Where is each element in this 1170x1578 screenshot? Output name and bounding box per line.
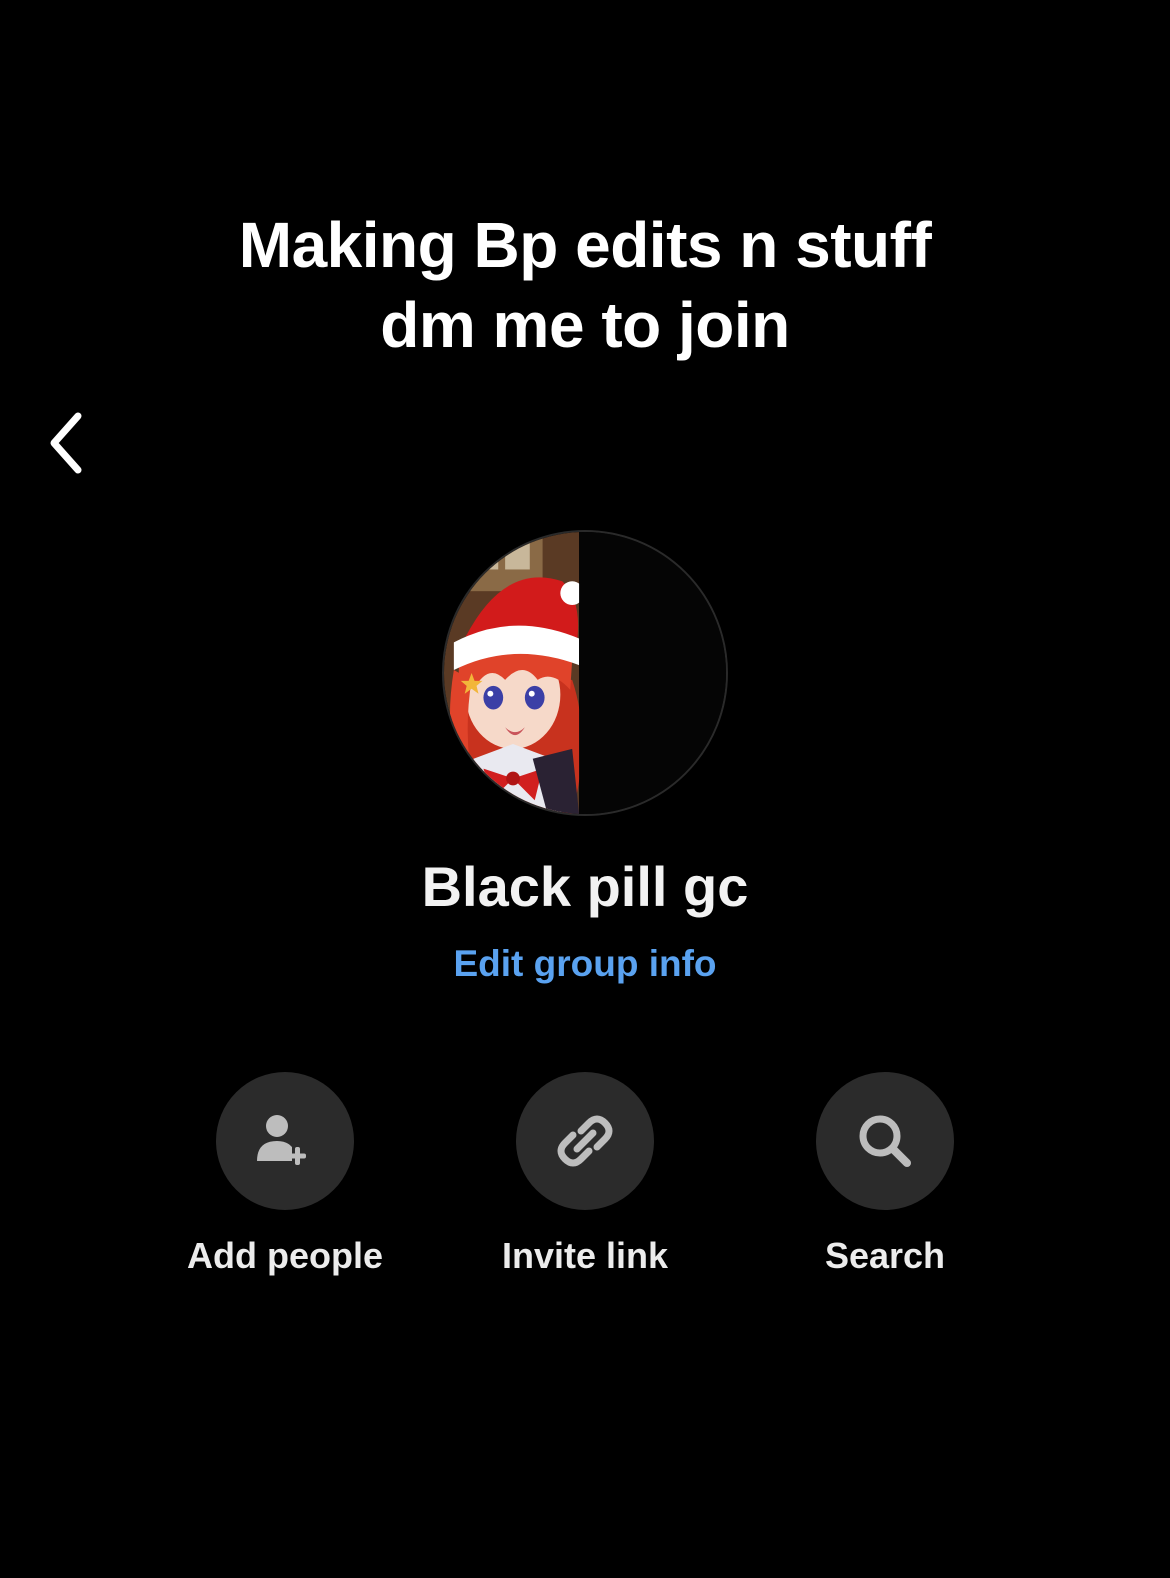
caption-line-2: dm me to join bbox=[380, 289, 790, 361]
invite-link-circle[interactable] bbox=[516, 1072, 654, 1210]
caption-line-1: Making Bp edits n stuff bbox=[238, 209, 932, 281]
add-people-circle[interactable] bbox=[216, 1072, 354, 1210]
back-button[interactable] bbox=[40, 408, 100, 478]
invite-link-button[interactable]: Invite link bbox=[455, 1072, 715, 1278]
link-icon bbox=[557, 1115, 613, 1167]
search-icon bbox=[859, 1115, 911, 1167]
group-avatar[interactable] bbox=[442, 530, 728, 816]
video-caption: Making Bp edits n stuff dm me to join bbox=[0, 205, 1170, 365]
invite-link-label: Invite link bbox=[501, 1235, 669, 1276]
anime-girl-santa-hat-avatar bbox=[444, 532, 726, 814]
chevron-left-icon bbox=[50, 412, 82, 474]
search-label: Search bbox=[824, 1235, 946, 1276]
edit-group-info-link[interactable]: Edit group info bbox=[0, 940, 1170, 988]
add-people-label: Add people bbox=[187, 1235, 383, 1276]
search-circle[interactable] bbox=[816, 1072, 954, 1210]
group-name: Black pill gc bbox=[421, 855, 749, 918]
search-button[interactable]: Search bbox=[755, 1072, 1015, 1278]
add-person-icon bbox=[257, 1115, 306, 1165]
add-people-button[interactable]: Add people bbox=[155, 1072, 415, 1278]
